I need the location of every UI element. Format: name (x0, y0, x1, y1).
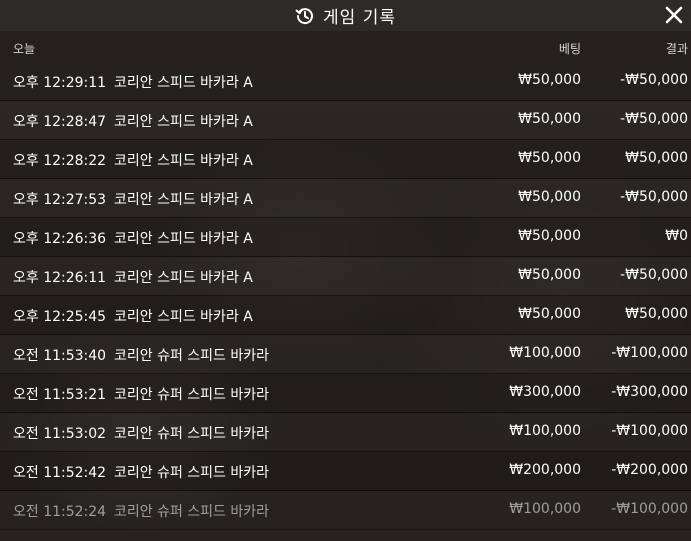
history-row[interactable]: 오후 12:26:11 코리안 스피드 바카라 A ₩50,000 -₩50,0… (0, 257, 691, 296)
row-result: -₩50,000 (620, 111, 688, 127)
history-list[interactable]: 오후 12:29:11 코리안 스피드 바카라 A ₩50,000 -₩50,0… (0, 62, 691, 530)
column-today: 오늘 (13, 42, 36, 56)
row-time: 오전 11:52:42 (13, 465, 107, 481)
page-title: 게임 기록 (323, 8, 396, 28)
row-result: -₩100,000 (611, 501, 688, 517)
history-row[interactable]: 오후 12:29:11 코리안 스피드 바카라 A ₩50,000 -₩50,0… (0, 62, 691, 101)
row-time: 오후 12:29:11 (13, 75, 107, 91)
row-result: -₩50,000 (620, 267, 688, 283)
history-row[interactable]: 오전 11:53:21 코리안 슈퍼 스피드 바카라 ₩300,000 -₩30… (0, 374, 691, 413)
row-bet: ₩100,000 (509, 423, 581, 439)
row-game: 코리안 슈퍼 스피드 바카라 (114, 465, 270, 481)
history-row[interactable]: 오후 12:25:45 코리안 스피드 바카라 A ₩50,000 ₩50,00… (0, 296, 691, 335)
row-time: 오전 11:53:21 (13, 387, 107, 403)
row-bet: ₩100,000 (509, 345, 581, 361)
row-bet: ₩50,000 (518, 72, 581, 88)
row-time: 오후 12:28:22 (13, 153, 107, 169)
row-game: 코리안 스피드 바카라 A (114, 75, 253, 91)
row-time: 오전 11:53:02 (13, 426, 107, 442)
row-result: -₩200,000 (611, 462, 688, 478)
row-time: 오후 12:26:36 (13, 231, 107, 247)
row-game: 코리안 슈퍼 스피드 바카라 (114, 387, 270, 403)
row-game: 코리안 스피드 바카라 A (114, 231, 253, 247)
row-game: 코리안 스피드 바카라 A (114, 153, 253, 169)
row-time: 오후 12:27:53 (13, 192, 107, 208)
row-result: -₩50,000 (620, 189, 688, 205)
row-time: 오전 11:53:40 (13, 348, 107, 364)
row-bet: ₩100,000 (509, 501, 581, 517)
row-bet: ₩50,000 (518, 150, 581, 166)
row-result: ₩50,000 (625, 306, 688, 322)
row-game: 코리안 슈퍼 스피드 바카라 (114, 426, 270, 442)
column-header: 오늘 베팅 결과 (0, 31, 691, 62)
row-time: 오후 12:28:47 (13, 114, 107, 130)
game-history-header: 게임 기록 (0, 0, 691, 31)
row-bet: ₩50,000 (518, 306, 581, 322)
history-row[interactable]: 오후 12:26:36 코리안 스피드 바카라 A ₩50,000 ₩0 (0, 218, 691, 257)
close-button[interactable] (663, 4, 685, 26)
history-row[interactable]: 오전 11:53:40 코리안 슈퍼 스피드 바카라 ₩100,000 -₩10… (0, 335, 691, 374)
history-row[interactable]: 오전 11:52:42 코리안 슈퍼 스피드 바카라 ₩200,000 -₩20… (0, 452, 691, 491)
row-game: 코리안 스피드 바카라 A (114, 192, 253, 208)
row-result: ₩50,000 (625, 150, 688, 166)
column-result: 결과 (665, 42, 688, 56)
column-bet: 베팅 (558, 42, 581, 56)
row-time: 오후 12:26:11 (13, 270, 107, 286)
history-icon (295, 6, 315, 26)
row-bet: ₩300,000 (509, 384, 581, 400)
history-row[interactable]: 오후 12:27:53 코리안 스피드 바카라 A ₩50,000 -₩50,0… (0, 179, 691, 218)
row-bet: ₩200,000 (509, 462, 581, 478)
history-row[interactable]: 오후 12:28:22 코리안 스피드 바카라 A ₩50,000 ₩50,00… (0, 140, 691, 179)
row-result: -₩300,000 (611, 384, 688, 400)
row-result: -₩100,000 (611, 423, 688, 439)
row-game: 코리안 슈퍼 스피드 바카라 (114, 348, 270, 364)
history-row[interactable]: 오후 12:28:47 코리안 스피드 바카라 A ₩50,000 -₩50,0… (0, 101, 691, 140)
row-game: 코리안 스피드 바카라 A (114, 114, 253, 130)
row-time: 오후 12:25:45 (13, 309, 107, 325)
row-bet: ₩50,000 (518, 267, 581, 283)
row-time: 오전 11:52:24 (13, 504, 107, 520)
history-row[interactable]: 오전 11:53:02 코리안 슈퍼 스피드 바카라 ₩100,000 -₩10… (0, 413, 691, 452)
row-game: 코리안 스피드 바카라 A (114, 309, 253, 325)
row-result: -₩100,000 (611, 345, 688, 361)
close-icon (665, 6, 683, 24)
row-bet: ₩50,000 (518, 228, 581, 244)
row-bet: ₩50,000 (518, 189, 581, 205)
row-game: 코리안 스피드 바카라 A (114, 270, 253, 286)
row-result: ₩0 (665, 228, 688, 244)
title-group: 게임 기록 (295, 3, 396, 28)
row-result: -₩50,000 (620, 72, 688, 88)
history-row[interactable]: 오전 11:52:24 코리안 슈퍼 스피드 바카라 ₩100,000 -₩10… (0, 491, 691, 530)
row-bet: ₩50,000 (518, 111, 581, 127)
row-game: 코리안 슈퍼 스피드 바카라 (114, 504, 270, 520)
